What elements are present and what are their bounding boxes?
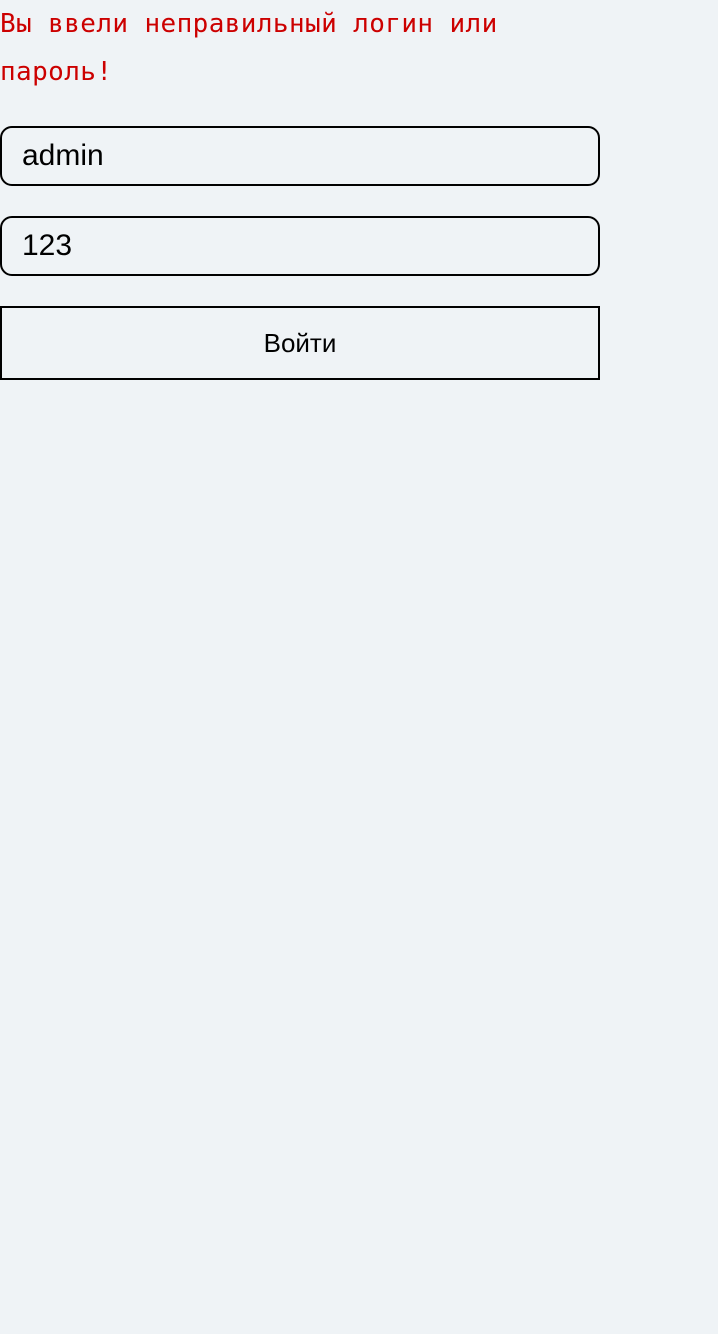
login-form: Войти bbox=[0, 126, 600, 380]
login-input[interactable] bbox=[0, 126, 600, 186]
password-input[interactable] bbox=[0, 216, 600, 276]
login-page: Вы ввели неправильный логин или пароль! … bbox=[0, 0, 718, 1334]
login-error-message: Вы ввели неправильный логин или пароль! bbox=[0, 9, 498, 87]
login-button[interactable]: Войти bbox=[0, 306, 600, 380]
